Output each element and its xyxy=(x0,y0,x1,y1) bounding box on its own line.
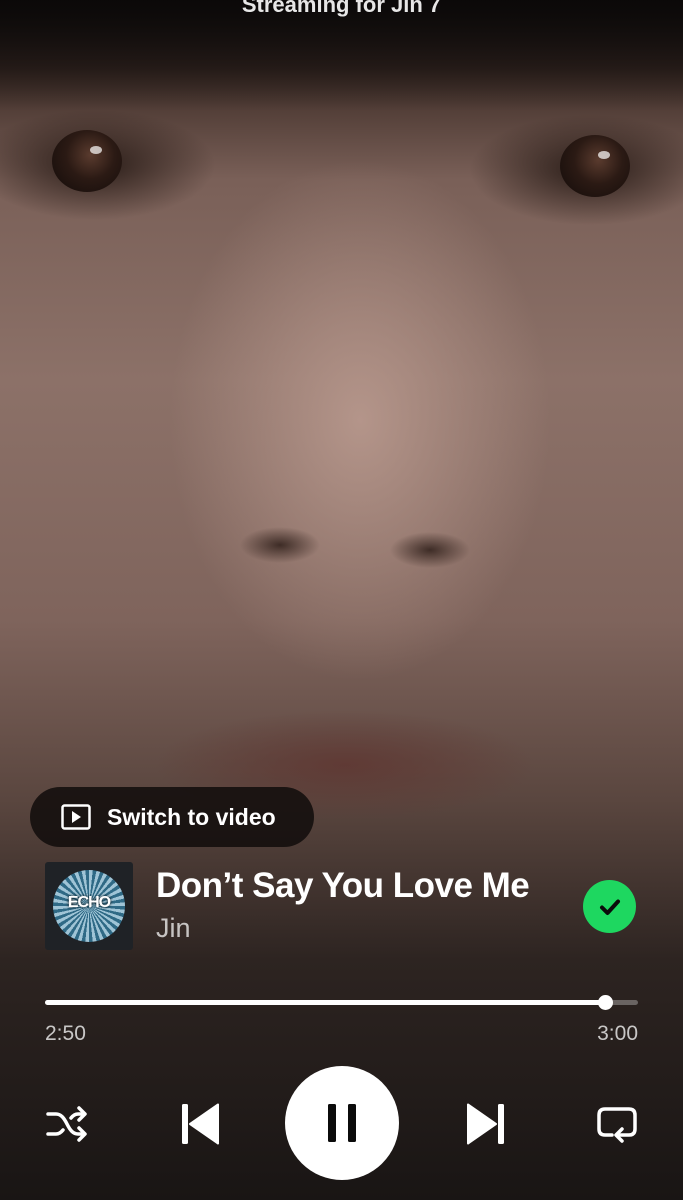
progress-fill xyxy=(45,1000,606,1005)
shuffle-icon xyxy=(46,1106,87,1142)
check-circle-icon[interactable] xyxy=(583,880,636,933)
progress-bar[interactable] xyxy=(45,995,638,1010)
background-detail-right xyxy=(560,135,630,197)
album-art[interactable]: ECHO xyxy=(45,862,133,950)
track-artist[interactable]: Jin xyxy=(156,913,191,944)
shuffle-button[interactable] xyxy=(42,1099,92,1149)
track-title[interactable]: Don’t Say You Love Me xyxy=(156,866,530,906)
repeat-icon xyxy=(597,1107,637,1143)
elapsed-time: 2:50 xyxy=(45,1022,86,1045)
switch-to-video-label: Switch to video xyxy=(107,803,276,830)
pause-icon xyxy=(328,1104,356,1142)
next-button[interactable] xyxy=(458,1096,514,1152)
album-art-logo: ECHO xyxy=(67,894,111,911)
skip-previous-icon xyxy=(182,1103,219,1145)
total-time: 3:00 xyxy=(597,1022,638,1045)
video-play-icon xyxy=(61,804,91,830)
previous-button[interactable] xyxy=(172,1096,228,1152)
background-detail-left xyxy=(52,130,122,192)
repeat-button[interactable] xyxy=(592,1099,642,1149)
pause-button[interactable] xyxy=(285,1066,399,1180)
switch-to-video-button[interactable]: Switch to video xyxy=(30,787,314,847)
skip-next-icon xyxy=(467,1103,504,1145)
context-title: Streaming for Jin 7 xyxy=(241,0,442,17)
